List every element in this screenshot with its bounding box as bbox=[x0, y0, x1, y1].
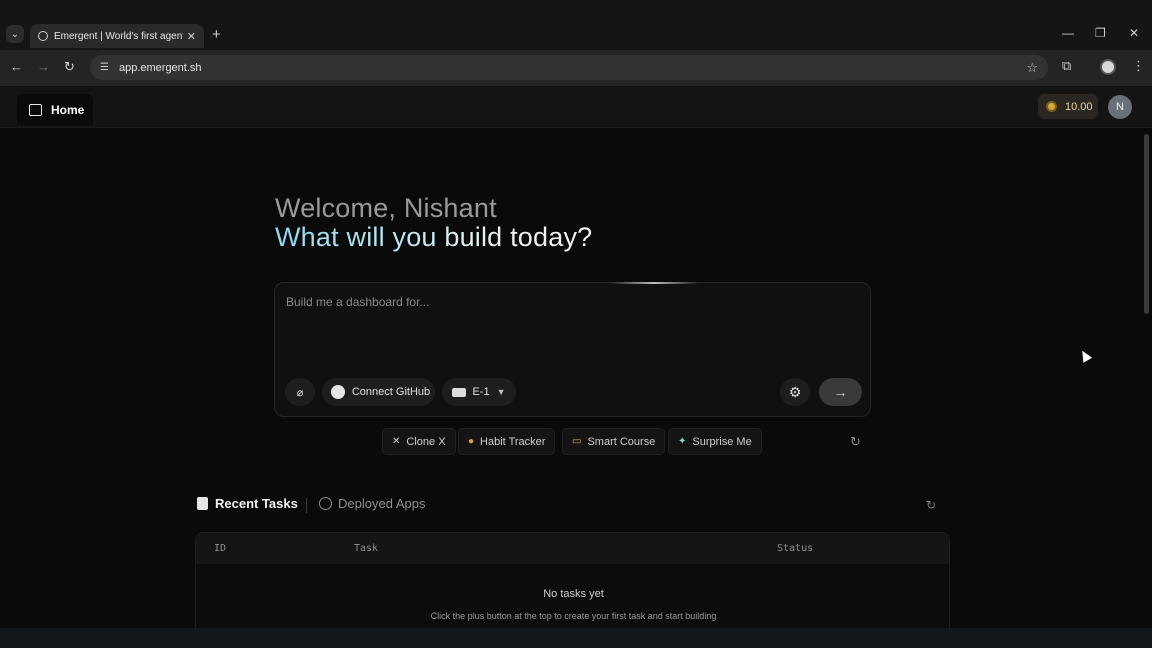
favicon-icon bbox=[38, 31, 48, 41]
empty-state-title: No tasks yet bbox=[196, 588, 950, 600]
refresh-tasks-icon[interactable]: ↻ bbox=[926, 498, 936, 512]
forward-icon[interactable]: → bbox=[37, 59, 50, 74]
tab-search-icon[interactable]: ⌄ bbox=[6, 25, 24, 43]
composer-glow bbox=[610, 282, 698, 284]
extensions-icon[interactable]: ⧉ bbox=[1062, 58, 1071, 74]
model-select[interactable]: E-1 ▼ bbox=[442, 378, 516, 406]
suggestion-chip[interactable]: ● Habit Tracker bbox=[458, 428, 555, 455]
user-avatar[interactable]: N bbox=[1108, 95, 1132, 119]
suggestion-chip[interactable]: ✕ Clone X bbox=[382, 428, 456, 455]
credits-badge[interactable]: 10.00 bbox=[1038, 94, 1098, 119]
site-settings-icon[interactable]: ☰ bbox=[100, 62, 109, 73]
home-label: Home bbox=[51, 103, 84, 117]
window-close-icon[interactable]: ✕ bbox=[1129, 26, 1139, 40]
paperclip-icon: ⌀ bbox=[297, 386, 304, 399]
scrollbar[interactable] bbox=[1144, 134, 1149, 314]
column-header-task: Task bbox=[354, 543, 378, 554]
close-tab-icon[interactable]: ✕ bbox=[187, 30, 196, 43]
suggestion-label: Clone X bbox=[406, 436, 445, 448]
gear-icon: ⚙ bbox=[789, 384, 802, 401]
empty-state-subtitle: Click the plus button at the top to crea… bbox=[196, 611, 950, 621]
tab-deployed-apps[interactable]: Deployed Apps bbox=[319, 496, 425, 511]
tab-deployed-label: Deployed Apps bbox=[338, 496, 425, 511]
robot-icon bbox=[452, 388, 466, 397]
tab-divider bbox=[306, 498, 307, 513]
headline: What will you build today? bbox=[275, 222, 592, 253]
model-label: E-1 bbox=[472, 386, 489, 398]
back-icon[interactable]: ← bbox=[10, 59, 23, 74]
url-text: app.emergent.sh bbox=[119, 62, 202, 74]
suggestion-label: Smart Course bbox=[587, 436, 655, 448]
github-icon bbox=[331, 385, 345, 399]
credits-value: 10.00 bbox=[1065, 101, 1093, 113]
menu-dots-icon[interactable]: ⋮ bbox=[1132, 58, 1145, 74]
restore-icon[interactable]: ❐ bbox=[1095, 26, 1106, 40]
minimize-icon[interactable]: — bbox=[1062, 26, 1074, 40]
send-button[interactable]: → bbox=[819, 378, 862, 406]
chevron-down-icon: ▼ bbox=[497, 387, 506, 397]
github-label: Connect GitHub bbox=[352, 386, 430, 398]
settings-button[interactable]: ⚙ bbox=[780, 378, 810, 406]
column-header-status: Status bbox=[777, 543, 813, 554]
prompt-composer: ⌀ Connect GitHub E-1 ▼ ⚙ → bbox=[274, 282, 871, 417]
column-header-id: ID bbox=[214, 543, 226, 554]
globe-icon bbox=[319, 497, 332, 510]
refresh-suggestions-icon[interactable]: ↻ bbox=[850, 434, 861, 450]
suggestion-label: Surprise Me bbox=[692, 436, 751, 448]
bookmark-star-icon[interactable]: ☆ bbox=[1026, 60, 1038, 76]
taskbar-strip bbox=[0, 628, 1152, 648]
flame-icon: ● bbox=[468, 436, 474, 447]
tab-title: Emergent | World's first agentic bbox=[54, 31, 183, 42]
attach-button[interactable]: ⌀ bbox=[285, 378, 315, 406]
x-logo-icon: ✕ bbox=[392, 436, 400, 447]
sparkle-icon: ✦ bbox=[678, 436, 686, 447]
book-icon: ▭ bbox=[572, 436, 581, 447]
welcome-text: Welcome, Nishant bbox=[275, 193, 497, 224]
tab-recent-label: Recent Tasks bbox=[215, 496, 298, 511]
connect-github-button[interactable]: Connect GitHub bbox=[322, 378, 435, 406]
clipboard-icon bbox=[197, 497, 208, 510]
address-bar[interactable]: ☰ app.emergent.sh ☆ bbox=[90, 55, 1048, 80]
reload-icon[interactable]: ↻ bbox=[64, 59, 75, 75]
prompt-input[interactable] bbox=[286, 295, 856, 365]
home-tab[interactable]: Home bbox=[17, 94, 93, 125]
terminal-icon bbox=[29, 104, 42, 116]
new-tab-button[interactable]: + bbox=[212, 26, 221, 43]
table-header: ID Task Status bbox=[196, 533, 950, 564]
suggestion-chip[interactable]: ▭ Smart Course bbox=[562, 428, 665, 455]
suggestion-chip[interactable]: ✦ Surprise Me bbox=[668, 428, 762, 455]
profile-icon[interactable] bbox=[1100, 59, 1116, 75]
arrow-right-icon: → bbox=[834, 384, 848, 400]
coin-icon bbox=[1046, 101, 1057, 112]
suggestion-label: Habit Tracker bbox=[480, 436, 545, 448]
tab-recent-tasks[interactable]: Recent Tasks bbox=[197, 496, 298, 511]
app-header bbox=[0, 86, 1152, 128]
browser-tab[interactable]: Emergent | World's first agentic ✕ bbox=[30, 24, 204, 48]
tasks-table: ID Task Status No tasks yet Click the pl… bbox=[195, 532, 950, 642]
